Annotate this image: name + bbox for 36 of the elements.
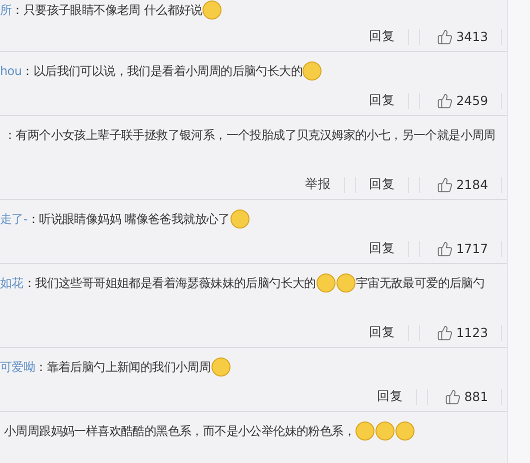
comment-text: ：有两个小女孩上辈子联手拯救了银河系，一个投胎成了贝克汉姆家的小七，另一个就是小周周 — [4, 126, 496, 144]
reply-link[interactable]: 回复 — [361, 176, 404, 193]
emoji-icon — [210, 357, 231, 377]
emoji-icon — [336, 273, 356, 293]
emoji-icon — [355, 421, 376, 441]
thumbs-up-icon — [445, 388, 462, 404]
comment-text: ：我们这些哥哥姐姐都是看着海瑟薇妹妹的后脑勺长大的 — [23, 274, 316, 292]
comment-text: 小周周跟妈妈一样喜欢酷酷的黑色系，而不是小公举伦妹的粉色系， — [4, 422, 356, 440]
thumbs-up-icon — [437, 176, 454, 192]
emoji-icon — [395, 421, 416, 441]
reply-link[interactable]: 回复 — [361, 92, 404, 109]
comment-text: ：以后我们可以说，我们是看着小周周的后脑勺长大的 — [22, 62, 302, 80]
comment-text: 宇宙无敌最可爱的后脑勺 — [356, 274, 485, 292]
emoji-icon — [316, 273, 336, 293]
thumbs-up-icon — [437, 92, 454, 108]
like-button[interactable]: 2184 — [425, 176, 496, 192]
report-link[interactable]: 举报 — [297, 176, 340, 193]
emoji-icon — [202, 0, 222, 20]
emoji-icon — [302, 61, 322, 81]
like-button[interactable]: 881 — [433, 388, 496, 404]
like-button[interactable]: 2459 — [425, 92, 496, 108]
comment-text: ：听说眼睛像妈妈 嘴像爸爸我就放心了 — [27, 210, 230, 228]
like-button[interactable]: 1123 — [425, 324, 496, 340]
reply-link[interactable]: 回复 — [369, 388, 412, 405]
reply-link[interactable]: 回复 — [361, 240, 404, 257]
emoji-icon — [230, 209, 250, 229]
comment-text: ：只要孩子眼睛不像老周 什么都好说 — [12, 2, 202, 18]
emoji-icon — [375, 421, 396, 441]
reply-link[interactable]: 回复 — [361, 324, 404, 341]
thumbs-up-icon — [437, 28, 454, 44]
reply-link[interactable]: 回复 — [361, 28, 404, 45]
like-button[interactable]: 1717 — [425, 240, 496, 256]
thumbs-up-icon — [437, 240, 454, 256]
comment-text: ：靠着后脑勺上新闻的我们小周周 — [35, 358, 211, 376]
thumbs-up-icon — [437, 324, 454, 340]
like-button[interactable]: 3413 — [425, 28, 496, 44]
